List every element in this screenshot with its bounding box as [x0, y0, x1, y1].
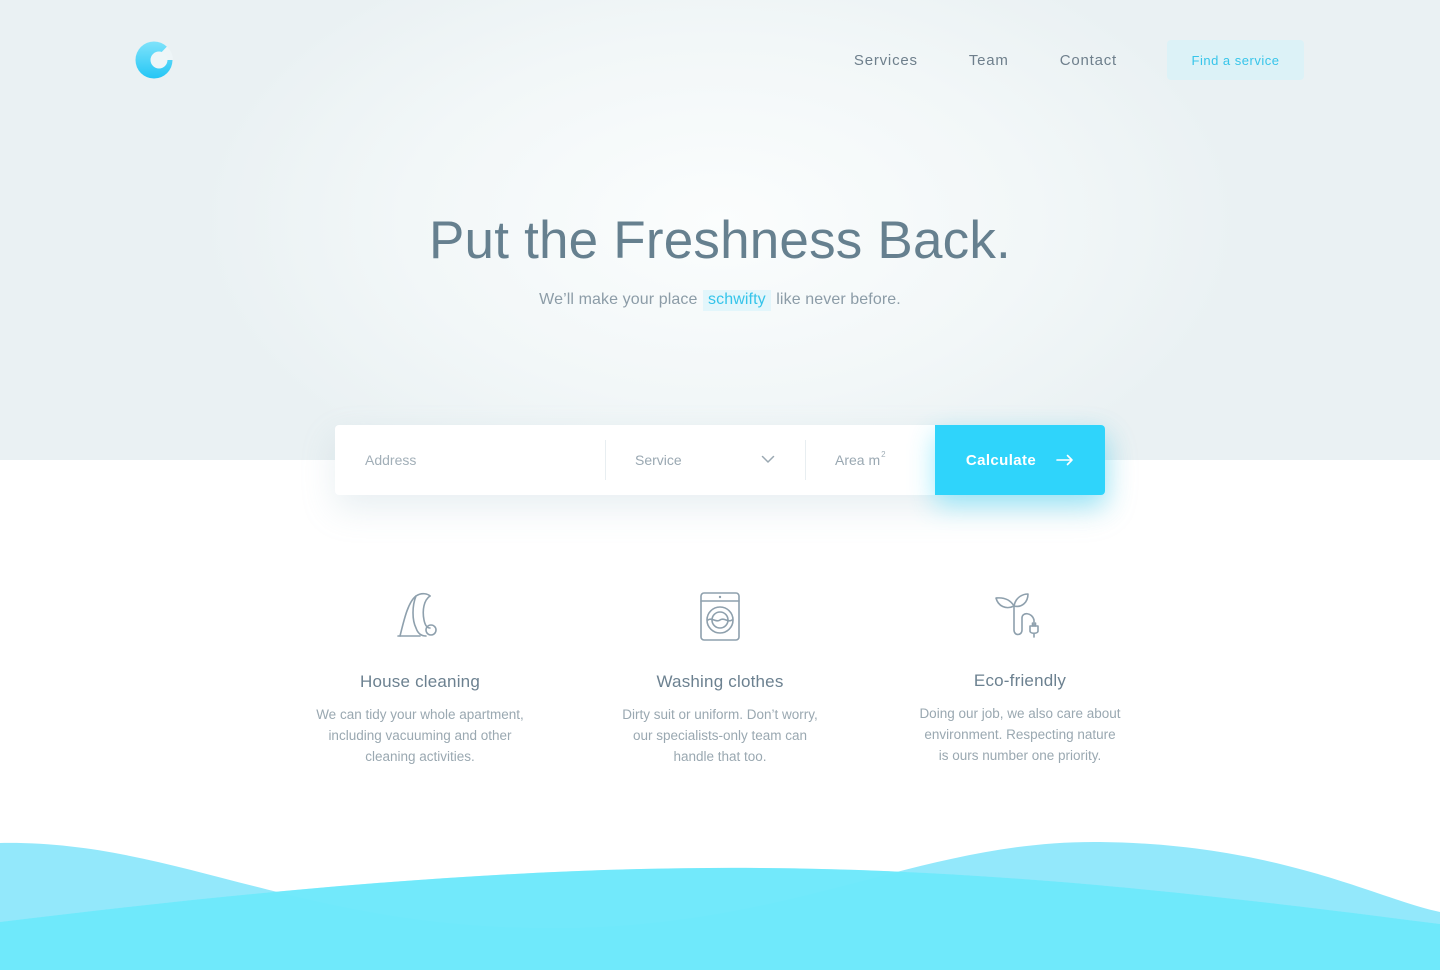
search-bar: Service Area m2 Calculate	[335, 425, 1105, 495]
nav-contact-link[interactable]: Contact	[1060, 52, 1117, 69]
feature-line: We can tidy your whole apartment,	[316, 707, 524, 722]
arrow-right-icon	[1056, 454, 1073, 466]
feature-washing-clothes: Washing clothes Dirty suit or uniform. D…	[590, 590, 850, 767]
washing-machine-icon	[700, 592, 740, 641]
feature-line: including vacuuming and other	[328, 728, 512, 743]
service-select[interactable]: Service	[605, 440, 805, 480]
feature-title: Washing clothes	[656, 672, 784, 691]
logo-icon[interactable]	[135, 41, 173, 79]
nav-team-link[interactable]: Team	[969, 52, 1009, 69]
feature-title: Eco-friendly	[973, 671, 1067, 690]
feature-line: Dirty suit or uniform. Don’t worry,	[622, 707, 818, 722]
vacuum-cleaner-icon	[397, 592, 437, 637]
feature-title: House cleaning	[360, 672, 480, 691]
subline-before: We’ll make your place	[539, 291, 698, 308]
feature-line: environment. Respecting nature	[924, 727, 1116, 742]
subline-after: like never before.	[776, 291, 901, 308]
feature-eco-friendly: Eco-friendly Doing our job, we also care…	[890, 590, 1150, 766]
hero-headline: Put the Freshness Back.	[429, 211, 1011, 270]
find-service-button[interactable]: Find a service	[1167, 40, 1304, 80]
feature-line: cleaning activities.	[365, 749, 475, 764]
subline-highlight: schwifty	[703, 290, 771, 311]
top-nav: Services Team Contact Find a service	[854, 40, 1304, 80]
feature-description: Doing our job, we also care about enviro…	[890, 703, 1150, 766]
feature-house-cleaning: House cleaning We can tidy your whole ap…	[290, 590, 550, 767]
chevron-down-icon	[761, 455, 775, 463]
address-field-wrap	[335, 425, 605, 495]
eco-plant-plug-icon	[995, 593, 1039, 638]
area-field[interactable]: Area m2	[805, 440, 935, 480]
hero-subline: We’ll make your place schwifty like neve…	[0, 290, 1440, 311]
calculate-label: Calculate	[965, 451, 1037, 469]
nav-services-link[interactable]: Services	[854, 52, 918, 69]
feature-line: our specialists-only team can	[632, 728, 808, 743]
feature-line: is ours number one priority.	[938, 748, 1102, 763]
area-input-placeholder: Area m2	[835, 450, 886, 468]
footer-waves	[0, 841, 1440, 970]
area-label: Area m	[835, 452, 881, 468]
landing-page: Services Team Contact Find a service Put…	[0, 0, 1440, 970]
area-superscript: 2	[881, 450, 886, 459]
calculate-button[interactable]: Calculate	[935, 425, 1105, 495]
feature-line: Doing our job, we also care about	[919, 706, 1121, 721]
feature-description: We can tidy your whole apartment, includ…	[290, 704, 550, 767]
feature-description: Dirty suit or uniform. Don’t worry, our …	[590, 704, 850, 767]
address-input[interactable]	[365, 452, 585, 468]
feature-line: handle that too.	[673, 749, 767, 764]
service-select-value: Service	[635, 452, 682, 468]
